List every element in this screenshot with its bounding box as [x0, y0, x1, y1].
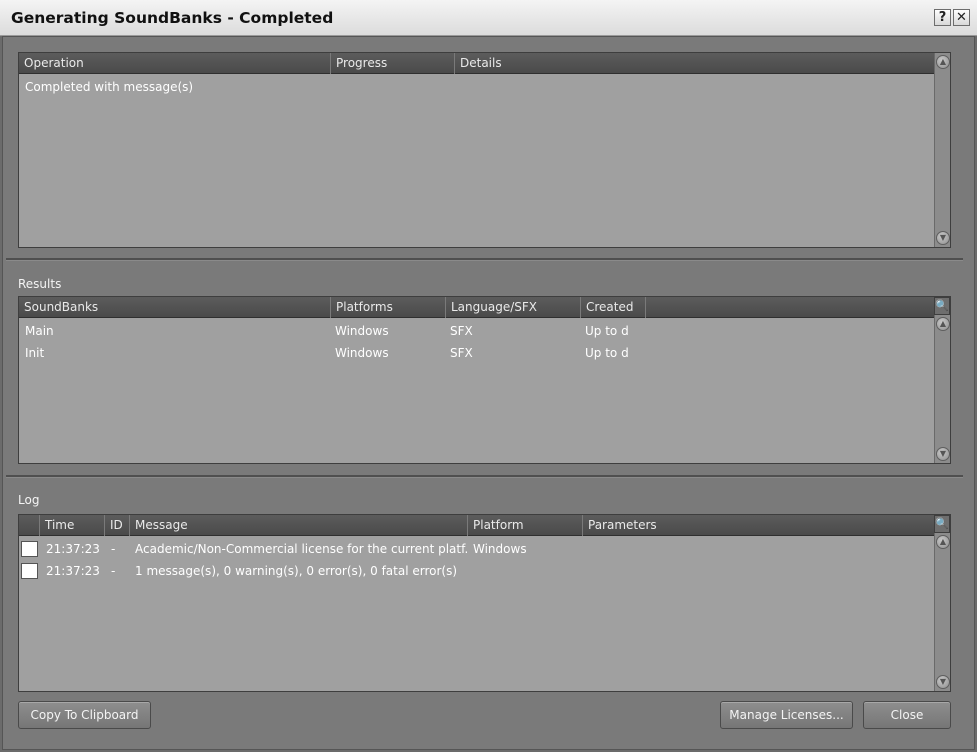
- column-message[interactable]: Message: [130, 515, 468, 536]
- column-details[interactable]: Details: [455, 53, 934, 74]
- language-cell: SFX: [450, 324, 473, 338]
- progress-cell: [331, 76, 455, 98]
- message-cell: Academic/Non-Commercial license for the …: [135, 542, 467, 556]
- table-row[interactable]: Main Windows SFX Up to d: [19, 320, 934, 342]
- log-header: Time ID Message Platform Parameters: [19, 515, 934, 536]
- platform-cell: Windows: [473, 542, 527, 556]
- help-button[interactable]: ?: [934, 9, 951, 26]
- table-row[interactable]: 21:37:23 - Academic/Non-Commercial licen…: [19, 538, 934, 560]
- close-window-button[interactable]: ✕: [953, 9, 970, 26]
- language-cell: SFX: [450, 346, 473, 360]
- table-row[interactable]: Completed with message(s): [19, 76, 934, 98]
- details-cell: [455, 76, 855, 98]
- created-cell: Up to d: [585, 324, 629, 338]
- soundbank-cell: Init: [25, 346, 45, 360]
- log-label: Log: [18, 493, 40, 507]
- copy-to-clipboard-button[interactable]: Copy To Clipboard: [18, 701, 151, 729]
- scroll-down-icon[interactable]: ▼: [936, 231, 950, 245]
- operations-scrollbar[interactable]: ▲ ▼: [934, 53, 950, 247]
- parameters-cell: [582, 560, 882, 582]
- time-cell: 21:37:23: [46, 542, 100, 556]
- results-label: Results: [18, 277, 62, 291]
- platform-cell: Windows: [335, 324, 389, 338]
- window-title: Generating SoundBanks - Completed: [11, 9, 334, 27]
- operations-table[interactable]: Operation Progress Details Completed wit…: [18, 52, 951, 248]
- column-created[interactable]: Created: [581, 297, 646, 318]
- results-header: SoundBanks Platforms Language/SFX Create…: [19, 297, 934, 318]
- manage-licenses-button[interactable]: Manage Licenses...: [720, 701, 853, 729]
- results-table[interactable]: SoundBanks Platforms Language/SFX Create…: [18, 296, 951, 464]
- log-scrollbar[interactable]: 🔍 ▲ ▼: [934, 515, 950, 691]
- created-cell: Up to d: [585, 346, 629, 360]
- operations-header: Operation Progress Details: [19, 53, 934, 74]
- column-platform[interactable]: Platform: [468, 515, 583, 536]
- column-language[interactable]: Language/SFX: [446, 297, 581, 318]
- table-row[interactable]: 21:37:23 - 1 message(s), 0 warning(s), 0…: [19, 560, 934, 582]
- id-cell: -: [111, 564, 116, 578]
- platform-cell: Windows: [335, 346, 389, 360]
- message-cell: 1 message(s), 0 warning(s), 0 error(s), …: [135, 564, 458, 578]
- column-check[interactable]: [19, 515, 40, 536]
- column-progress[interactable]: Progress: [331, 53, 455, 74]
- scroll-up-icon[interactable]: ▲: [936, 535, 950, 549]
- column-parameters[interactable]: Parameters: [583, 515, 934, 536]
- column-soundbanks[interactable]: SoundBanks: [19, 297, 331, 318]
- soundbank-cell: Main: [25, 324, 54, 338]
- column-platforms[interactable]: Platforms: [331, 297, 446, 318]
- magnifier-icon[interactable]: 🔍: [934, 515, 950, 533]
- scroll-up-icon[interactable]: ▲: [936, 317, 950, 331]
- row-checkbox[interactable]: [21, 541, 38, 557]
- title-bar: Generating SoundBanks - Completed ? ✕: [0, 0, 977, 36]
- column-id[interactable]: ID: [105, 515, 130, 536]
- scroll-down-icon[interactable]: ▼: [936, 675, 950, 689]
- row-checkbox[interactable]: [21, 563, 38, 579]
- close-button[interactable]: Close: [863, 701, 951, 729]
- section-divider[interactable]: [6, 258, 963, 261]
- results-scrollbar[interactable]: 🔍 ▲ ▼: [934, 297, 950, 463]
- operation-cell: Completed with message(s): [25, 80, 194, 94]
- magnifier-icon[interactable]: 🔍: [934, 297, 950, 315]
- scroll-up-icon[interactable]: ▲: [936, 55, 950, 69]
- column-time[interactable]: Time: [40, 515, 105, 536]
- column-operation[interactable]: Operation: [19, 53, 331, 74]
- id-cell: -: [111, 542, 116, 556]
- log-table[interactable]: Time ID Message Platform Parameters 21:3…: [18, 514, 951, 692]
- platform-cell: [467, 560, 582, 582]
- table-row[interactable]: Init Windows SFX Up to d: [19, 342, 934, 364]
- section-divider[interactable]: [6, 475, 963, 478]
- scroll-down-icon[interactable]: ▼: [936, 447, 950, 461]
- time-cell: 21:37:23: [46, 564, 100, 578]
- parameters-cell: [582, 538, 882, 560]
